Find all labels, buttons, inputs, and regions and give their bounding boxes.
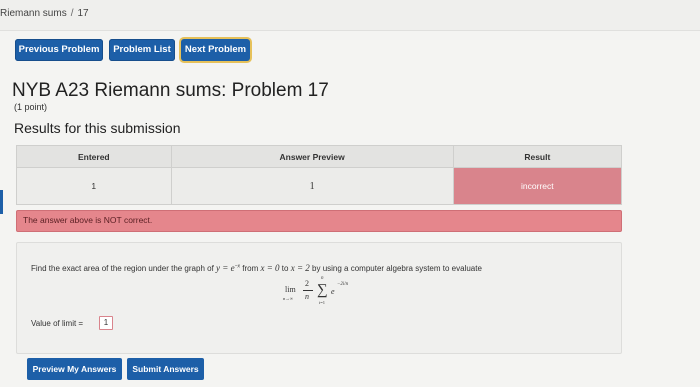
column-header-entered: Entered xyxy=(16,145,172,168)
breadcrumb-separator: / xyxy=(70,8,74,19)
answer-preview-cell: 1 xyxy=(170,167,454,205)
side-indicator xyxy=(0,190,3,214)
lim-symbol: lim xyxy=(285,285,296,294)
fraction-denominator: n xyxy=(305,292,309,301)
lim-subscript: n→∞ xyxy=(283,296,293,301)
result-cell: incorrect xyxy=(452,167,623,205)
fraction-bar xyxy=(303,290,313,291)
lower-bound: x = 0 xyxy=(260,263,280,273)
next-problem-button[interactable]: Next Problem xyxy=(181,39,250,61)
limit-answer-input[interactable]: 1 xyxy=(99,316,113,330)
question-text-from: from xyxy=(242,264,259,273)
preview-answers-button[interactable]: Preview My Answers xyxy=(27,358,122,380)
breadcrumb: Riemann sums/17 xyxy=(0,8,89,19)
summation-symbol: ∑ xyxy=(317,282,328,298)
function-exponent: −x xyxy=(234,263,241,270)
alert-message: The answer above is NOT correct. xyxy=(23,215,153,225)
upper-bound: x = 2 xyxy=(290,263,310,273)
column-header-answer-preview: Answer Preview xyxy=(170,145,454,168)
problem-points: (1 point) xyxy=(14,102,48,112)
breadcrumb-parent-link[interactable]: Riemann sums xyxy=(0,8,67,19)
breadcrumb-bar: Riemann sums/17 xyxy=(0,0,700,31)
incorrect-alert: The answer above is NOT correct. xyxy=(16,210,622,232)
summation-lower: i=1 xyxy=(319,300,326,305)
breadcrumb-current: 17 xyxy=(77,8,89,19)
question-text-to: to xyxy=(281,264,289,273)
page-title: NYB A23 Riemann sums: Problem 17 xyxy=(12,80,329,101)
results-heading: Results for this submission xyxy=(14,120,181,136)
previous-problem-button[interactable]: Previous Problem xyxy=(15,39,103,61)
column-header-result: Result xyxy=(452,145,623,168)
results-table: Entered Answer Preview Result 1 1 incorr… xyxy=(16,145,623,205)
submit-answers-button[interactable]: Submit Answers xyxy=(127,358,204,380)
question-text-after: by using a computer algebra system to ev… xyxy=(312,264,482,273)
problem-text: Find the exact area of the region under … xyxy=(31,263,482,273)
problem-statement: Find the exact area of the region under … xyxy=(16,242,622,354)
limit-formula: lim n→∞ 2 n ∑ n i=1 e −2i/n xyxy=(283,276,375,309)
summation-upper: n xyxy=(321,276,324,281)
table-row: 1 1 incorrect xyxy=(16,167,623,205)
exponential-base: e xyxy=(331,287,335,296)
limit-label: Value of limit = xyxy=(31,319,84,328)
fraction-numerator: 2 xyxy=(305,279,309,288)
question-text-before: Find the exact area of the region under … xyxy=(31,264,214,273)
exponential-power: −2i/n xyxy=(337,282,349,287)
function-expression: y = e xyxy=(216,263,235,273)
entered-cell: 1 xyxy=(16,167,172,205)
problem-list-button[interactable]: Problem List xyxy=(109,39,175,61)
